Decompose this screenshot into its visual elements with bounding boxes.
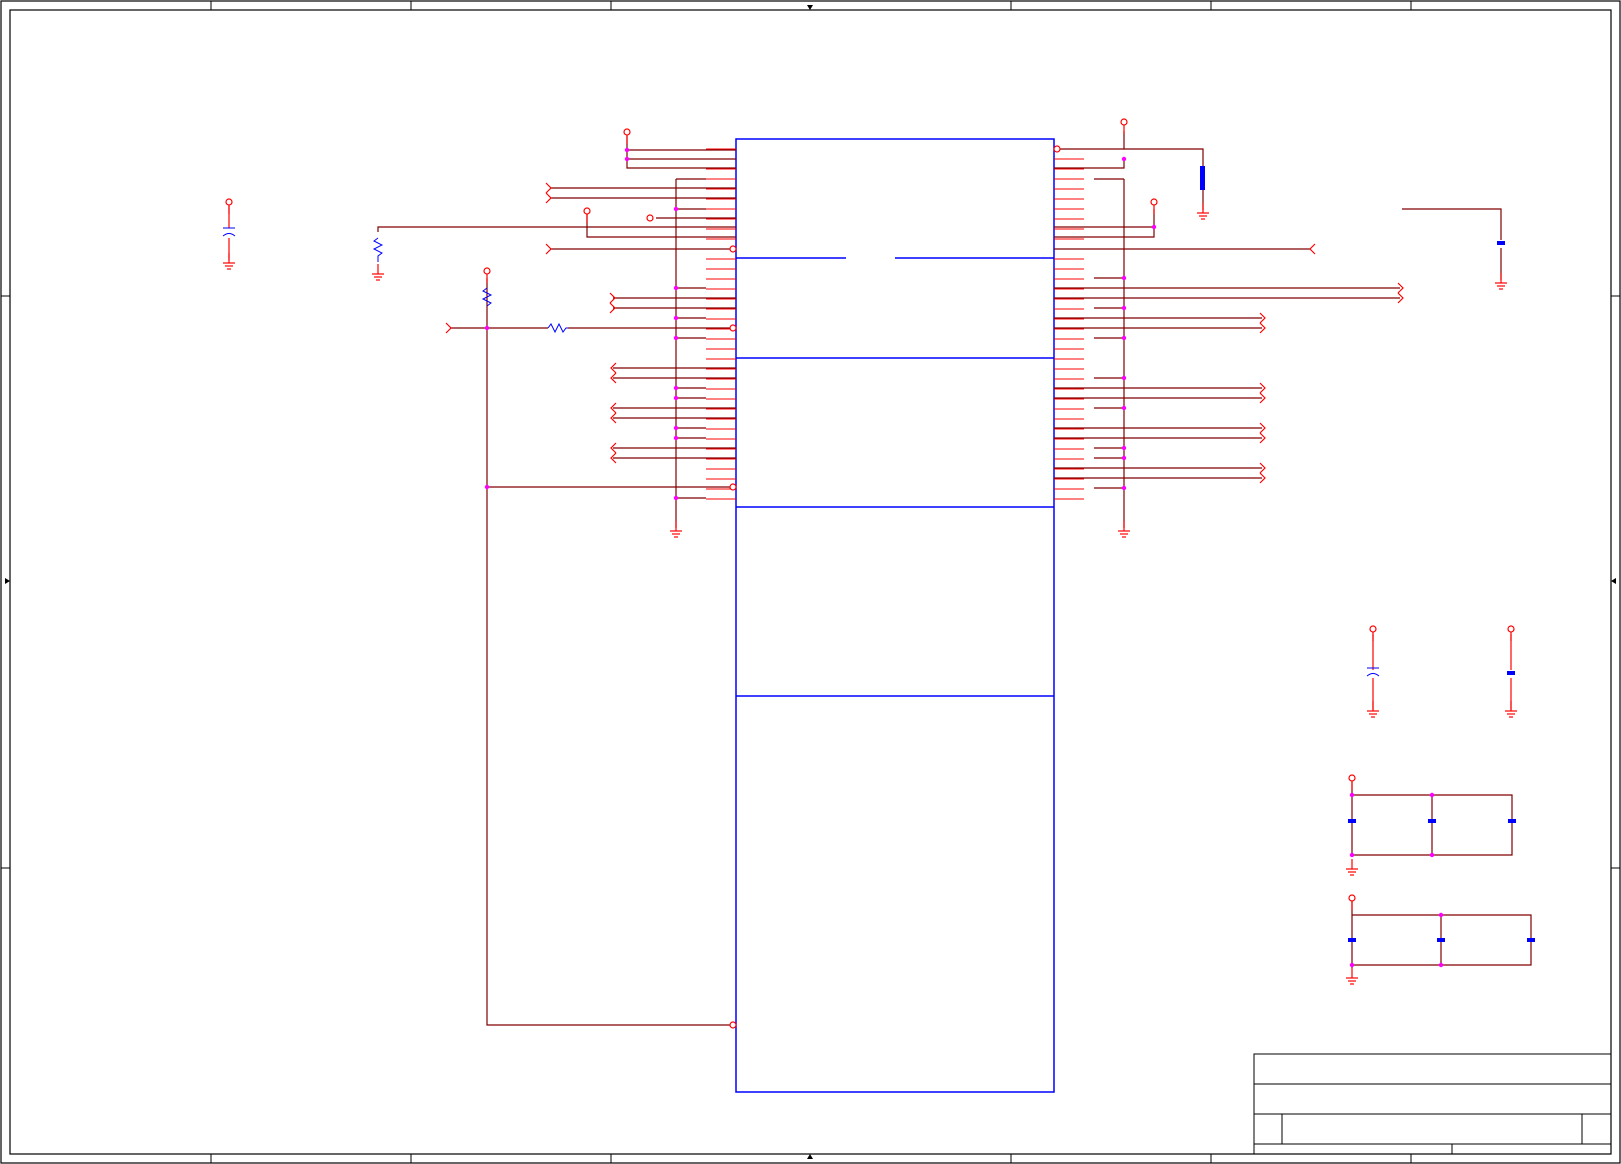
junction-dot [1349,852,1355,858]
port-arrow [545,243,552,255]
reset-net [486,328,736,1026]
junction-dot [1121,275,1127,281]
junction-dot [673,425,679,431]
junction-dot [673,385,679,391]
capacitor [1366,673,1380,677]
junction-dot [1429,852,1435,858]
sheet-frame [0,0,1621,1164]
power-port [1120,118,1128,126]
junction-dot [1121,455,1127,461]
center-arrow [1611,578,1616,584]
port-arrow [445,322,452,334]
power-port [1348,894,1356,902]
pin-inversion-bubble [729,324,737,332]
cap-net [1402,208,1502,240]
junction-dot [1349,962,1355,968]
center-arrow [807,1154,813,1159]
port-arrow [545,182,552,194]
junction-dot [1438,962,1444,968]
center-arrow [807,5,813,10]
discrete-components [222,118,1535,1029]
junction-dot [1121,335,1127,341]
junction-dot [673,435,679,441]
pin-inversion-bubble [729,483,737,491]
junction-dot [673,315,679,321]
pin-inversion-bubble [1053,145,1061,153]
port-arrow [609,292,616,304]
inductor-net [1124,148,1204,166]
junction-dot [673,495,679,501]
ic-body[interactable] [735,138,1055,1093]
ic-left-pins [706,148,736,500]
pin-inversion-bubble [729,245,737,253]
power-port [483,267,491,275]
ic-right-pins [1054,148,1084,500]
capacitor [1497,241,1505,245]
capacitor [1428,819,1436,823]
junction-dot [1151,224,1157,230]
junction-dot [673,335,679,341]
junction-dot [1121,485,1127,491]
center-arrow [5,578,10,584]
capacitor [222,233,236,237]
junction-dot [1121,156,1127,162]
junction-dot [484,325,490,331]
resistor-net [377,226,736,232]
junction-dot [1121,375,1127,381]
port-arrow [545,192,552,204]
resistor [372,237,384,262]
junction-dot [1349,792,1355,798]
capacitor [1508,819,1516,823]
power-port [1348,774,1356,782]
title-block [1253,1053,1612,1155]
junction-dot [1429,792,1435,798]
junction-dot [624,147,630,153]
supply-net [1054,209,1155,238]
capacitor [1437,938,1445,942]
power-port [1150,198,1158,206]
supply-net [626,136,736,169]
port-arrow [609,302,616,314]
power-port [225,198,233,206]
power-port [583,207,591,215]
net-junctions [484,147,1444,968]
capacitor [1348,938,1356,942]
port-arrow [1309,243,1316,255]
resistor [547,322,568,334]
supply-net [1054,131,1125,150]
power-port [1369,625,1377,633]
junction-dot [1438,912,1444,918]
junction-dot [673,285,679,291]
schematic-sheet [0,0,1621,1164]
junction-dot [1121,305,1127,311]
junction-dot [1121,445,1127,451]
power-port [623,128,631,136]
junction-dot [673,206,679,212]
capacitor [1348,819,1356,823]
ferrite-bead [1200,166,1205,190]
test-point [646,214,654,222]
junction-dot [1121,405,1127,411]
pin-inversion-bubble [729,1021,737,1029]
power-port [1507,625,1515,633]
junction-dot [484,484,490,490]
capacitor [1507,671,1515,675]
junction-dot [673,395,679,401]
junction-dot [624,156,630,162]
capacitor [1527,938,1535,942]
supply-net [1054,159,1125,169]
net-wires [228,131,1532,1026]
